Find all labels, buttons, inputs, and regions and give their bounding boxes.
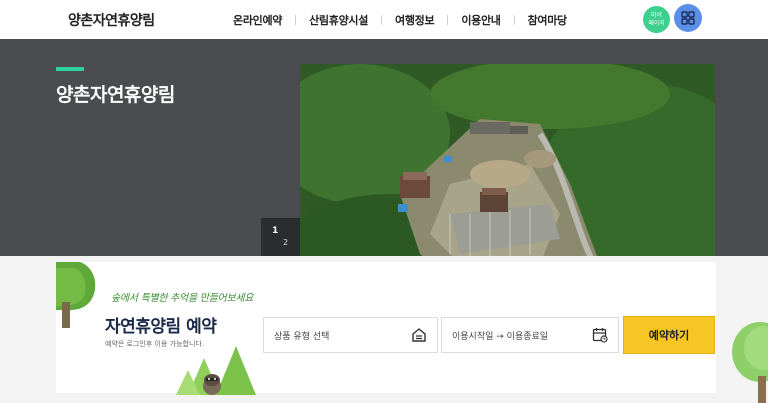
nav-item-facilities[interactable]: 산림휴양시설 bbox=[296, 12, 381, 28]
slide-counter: 1 2 bbox=[261, 218, 300, 257]
nav-item-online-reservation[interactable]: 온라인예약 bbox=[220, 12, 295, 28]
product-type-select[interactable]: 상품 유형 선택 bbox=[263, 317, 438, 353]
slide-current-number: 1 bbox=[272, 226, 279, 236]
calendar-icon bbox=[592, 328, 608, 343]
main-nav: 온라인예약 산림휴양시설 여행정보 이용안내 참여마당 bbox=[220, 12, 580, 28]
tree-illustration-left bbox=[56, 262, 96, 328]
nav-item-community[interactable]: 참여마당 bbox=[515, 12, 580, 28]
page: 양촌자연휴양림 온라인예약 산림휴양시설 여행정보 이용안내 참여마당 마이 페… bbox=[0, 0, 768, 403]
date-range-field[interactable]: 이용시작일 → 이용종료일 bbox=[441, 317, 619, 353]
reservation-tagline: 숲에서 특별한 추억을 만들어보세요 bbox=[111, 293, 254, 304]
mypage-label-line2: 페이지 bbox=[648, 19, 665, 27]
nav-item-usage-guide[interactable]: 이용안내 bbox=[448, 12, 513, 28]
date-range-placeholder: 이용시작일 → 이용종료일 bbox=[452, 331, 549, 342]
title-accent-bar bbox=[56, 67, 84, 71]
product-icon bbox=[412, 328, 426, 342]
reservation-title: 자연휴양림 예약 bbox=[105, 317, 217, 337]
site-logo[interactable]: 양촌자연휴양림 bbox=[68, 10, 155, 30]
slide-total-number: 2 bbox=[283, 238, 289, 247]
tree-illustration-right bbox=[732, 322, 768, 403]
all-menu-button[interactable] bbox=[674, 4, 702, 32]
hero-title: 양촌자연휴양림 bbox=[56, 84, 175, 106]
reserve-button[interactable]: 예약하기 bbox=[623, 316, 715, 354]
header: 양촌자연휴양림 온라인예약 산림휴양시설 여행정보 이용안내 참여마당 마이 페… bbox=[0, 0, 768, 39]
nav-item-travel-info[interactable]: 여행정보 bbox=[382, 12, 447, 28]
grid-menu-icon bbox=[681, 11, 695, 25]
product-type-placeholder: 상품 유형 선택 bbox=[274, 331, 330, 342]
trees-raccoon-illustration bbox=[176, 346, 256, 395]
mypage-label-line1: 마이 bbox=[650, 11, 663, 19]
mypage-button[interactable]: 마이 페이지 bbox=[643, 6, 670, 33]
